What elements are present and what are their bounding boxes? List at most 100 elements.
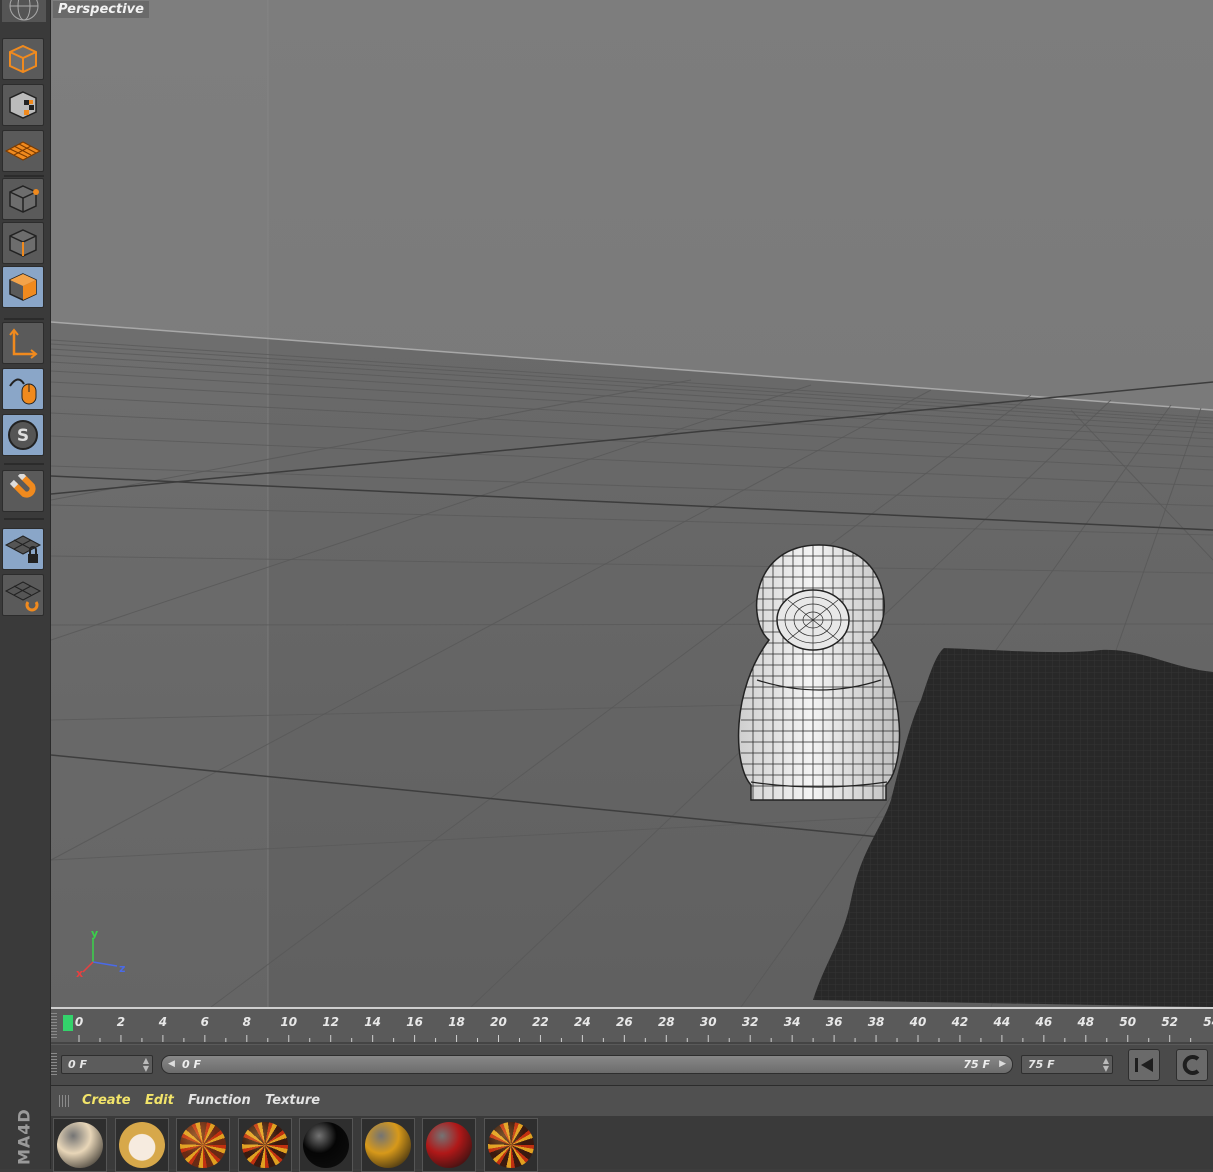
timeline-tick-label: 26 <box>615 1015 633 1029</box>
material-thumbnails <box>51 1116 1213 1172</box>
menu-create[interactable]: Create <box>82 1093 131 1108</box>
material-flame-pattern-material-1[interactable] <box>237 1118 292 1172</box>
matryoshka-doll[interactable] <box>737 540 901 810</box>
menu-function[interactable]: Function <box>188 1093 251 1108</box>
axis-z-label: z <box>119 962 125 975</box>
view-globe-icon[interactable] <box>2 0 46 22</box>
range-left-arrow-icon[interactable]: ◀ <box>168 1056 175 1073</box>
step-back-button[interactable] <box>1176 1049 1208 1081</box>
timeline-tick-label: 54 <box>1203 1015 1213 1029</box>
timeline-tick-label: 44 <box>993 1015 1011 1029</box>
timeline-grip[interactable] <box>51 1013 57 1039</box>
timeline-tick-label: 38 <box>867 1015 885 1029</box>
end-frame-field[interactable]: 75 F ▲ ▼ <box>1021 1055 1113 1074</box>
playhead-marker[interactable] <box>63 1015 73 1031</box>
model-mode-button[interactable] <box>2 38 44 80</box>
edges-mode-icon <box>9 229 37 257</box>
material-black-material[interactable] <box>299 1118 353 1172</box>
controls-grip[interactable] <box>51 1053 57 1077</box>
svg-text:S: S <box>17 426 29 446</box>
spinner-arrows-icon[interactable]: ▲ ▼ <box>1103 1057 1109 1073</box>
go-to-start-button[interactable] <box>1128 1049 1160 1081</box>
axis-y-label: y <box>91 927 98 940</box>
menu-texture[interactable]: Texture <box>265 1093 320 1108</box>
timeline-tick-label: 40 <box>909 1015 927 1029</box>
material-red-material[interactable] <box>422 1118 476 1172</box>
end-frame-value: 75 F <box>1028 1058 1055 1071</box>
undo-arrow-icon <box>1182 1055 1200 1075</box>
material-flame-pattern-material-2[interactable] <box>483 1118 538 1172</box>
material-preview-sphere <box>57 1122 103 1168</box>
brand-watermark: MA4D <box>14 1108 34 1166</box>
model-mode-icon <box>9 44 37 74</box>
material-preview-sphere <box>364 1122 411 1168</box>
timeline-tick-label: 8 <box>242 1015 251 1029</box>
axis-mode-button[interactable] <box>2 322 44 364</box>
points-mode-button[interactable] <box>2 178 44 220</box>
timeline-tick-label: 52 <box>1161 1015 1179 1029</box>
timeline-tick-label: 20 <box>490 1015 507 1029</box>
start-frame-value: 0 F <box>68 1058 87 1071</box>
texture-mode-icon <box>9 91 37 119</box>
solo-button[interactable]: S <box>2 414 44 456</box>
timeline-tick-label: 48 <box>1077 1015 1095 1029</box>
viewport-scene: y z x <box>51 0 1213 1007</box>
timeline-tick-label: 18 <box>448 1015 465 1029</box>
material-preview-sphere <box>180 1122 226 1168</box>
tweak-mode-icon <box>9 378 37 405</box>
timeline-tick-label: 22 <box>532 1015 549 1029</box>
timeline-tick-label: 6 <box>200 1015 210 1029</box>
solo-icon: S <box>8 420 38 450</box>
material-face-material[interactable] <box>114 1118 169 1172</box>
material-gold-material[interactable] <box>360 1118 415 1172</box>
viewport-title[interactable]: Perspective <box>53 1 149 18</box>
polygons-mode-icon <box>9 273 37 301</box>
menu-grip-icon[interactable] <box>59 1095 71 1107</box>
material-menu-bar: Create Edit Function Texture <box>51 1085 1213 1116</box>
timeline-tick-label: 50 <box>1119 1015 1137 1029</box>
frame-range-slider[interactable]: ◀ 0 F 75 F ▶ <box>161 1055 1013 1074</box>
timeline-tick-label: 12 <box>322 1015 340 1029</box>
timeline-tick-label: 2 <box>116 1015 126 1029</box>
timeline-ruler[interactable]: 0 2 4 6 8 10 12 14 16 18 20 22 24 26 28 30 32 34 36 38 40 42 4… <box>51 1009 1213 1045</box>
workplane-mode-button[interactable] <box>2 130 44 172</box>
snap-magnet-icon <box>9 474 36 498</box>
go-to-start-icon <box>1135 1058 1153 1072</box>
material-preview-sphere <box>426 1122 472 1168</box>
polygons-mode-button[interactable] <box>2 266 44 308</box>
timeline-tick-label: 32 <box>741 1015 759 1029</box>
timeline-tick-label: 34 <box>783 1015 801 1029</box>
timeline-tick-label: 16 <box>406 1015 423 1029</box>
axis-mode-icon <box>9 328 38 359</box>
planar-workplane-icon <box>4 581 42 612</box>
timeline-tick-label: 0 <box>74 1015 84 1029</box>
animation-controls: 0 F ▲ ▼ ◀ 0 F 75 F ▶ 75 F ▲ ▼ <box>51 1045 1213 1085</box>
material-skin-material[interactable] <box>53 1118 107 1172</box>
timeline-tick-label: 4 <box>158 1015 168 1029</box>
tweak-mode-button[interactable] <box>2 368 44 410</box>
edges-mode-button[interactable] <box>2 222 44 264</box>
locked-workplane-button[interactable] <box>2 528 44 570</box>
timeline-tick-label: 36 <box>825 1015 843 1029</box>
planar-workplane-button[interactable] <box>2 574 44 616</box>
points-mode-icon <box>9 185 39 213</box>
material-preview-sphere <box>303 1122 349 1168</box>
material-preview-sphere <box>118 1122 165 1168</box>
range-end-value: 75 F <box>963 1058 990 1071</box>
timeline-tick-label: 46 <box>1035 1015 1053 1029</box>
workplane-mode-icon <box>4 141 42 161</box>
timeline-tick-label: 28 <box>657 1015 675 1029</box>
timeline-tick-label: 14 <box>364 1015 381 1029</box>
perspective-viewport[interactable]: y z x <box>51 0 1213 1009</box>
texture-mode-button[interactable] <box>2 84 44 126</box>
timeline-tick-label: 42 <box>951 1015 969 1029</box>
timeline-tick-label: 10 <box>280 1015 298 1029</box>
material-preview-sphere <box>487 1122 534 1168</box>
snap-magnet-button[interactable] <box>2 470 44 512</box>
material-pattern-material-1[interactable] <box>176 1118 230 1172</box>
menu-edit[interactable]: Edit <box>145 1093 174 1108</box>
start-frame-field[interactable]: 0 F ▲ ▼ <box>61 1055 153 1074</box>
spinner-arrows-icon[interactable]: ▲ ▼ <box>143 1057 149 1073</box>
timeline-tick-label: 24 <box>574 1015 591 1029</box>
range-right-arrow-icon[interactable]: ▶ <box>999 1056 1006 1073</box>
